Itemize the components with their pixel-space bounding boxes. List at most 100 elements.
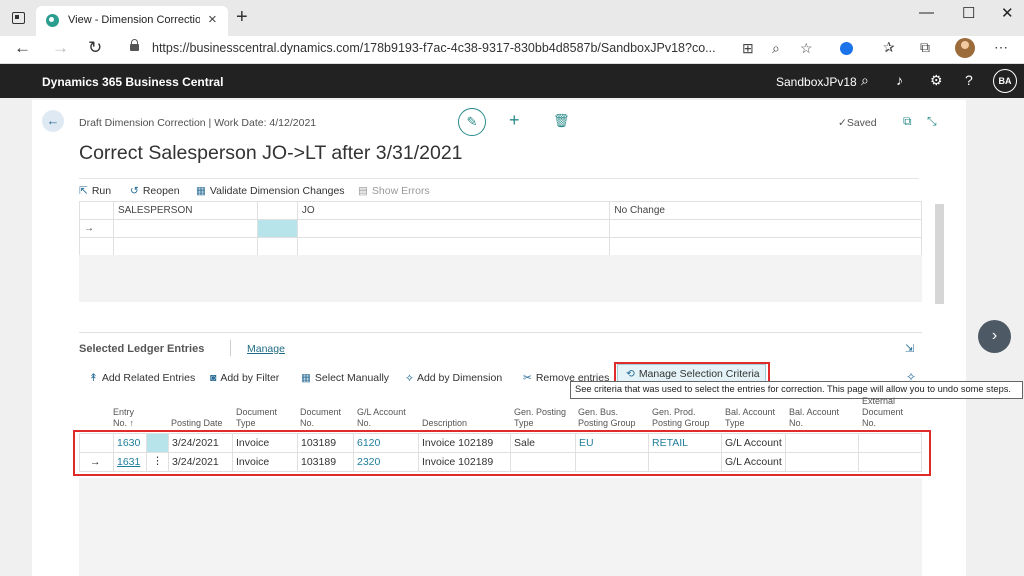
empty-cell[interactable] — [112, 237, 258, 256]
section-separator — [230, 340, 231, 356]
col-bal-account-type[interactable]: Bal. Account Type — [725, 407, 775, 429]
browser-tab[interactable]: View - Dimension Corrections - D × — [36, 6, 228, 36]
dimension-line-row[interactable]: SALESPERSON JO No Change — [79, 201, 922, 220]
col-document-type[interactable]: Document Type — [236, 407, 277, 429]
new-tab-button[interactable]: + — [236, 6, 248, 29]
validate-action[interactable]: ▦ Validate Dimension Changes — [196, 185, 345, 197]
company-name[interactable]: SandboxJPv18 — [776, 75, 857, 89]
dimension-value-cell[interactable]: JO — [296, 201, 611, 220]
empty-dimension-row[interactable] — [79, 237, 922, 256]
app-title[interactable]: Dynamics 365 Business Central — [42, 75, 223, 89]
col-bal-account-no[interactable]: Bal. Account No. — [789, 407, 839, 429]
apps-icon[interactable]: ⊞ — [742, 40, 754, 57]
vertical-scrollbar[interactable] — [935, 204, 944, 304]
col-description[interactable]: Description — [422, 418, 467, 429]
back-nav-button[interactable]: ← — [14, 38, 31, 58]
col-entry-no-line1: Entry — [113, 407, 135, 417]
back-button[interactable]: ← — [42, 110, 64, 132]
more-menu-icon[interactable]: ⋯ — [994, 39, 1008, 56]
search-icon[interactable]: ⌕ — [861, 72, 869, 89]
grid-empty-area — [79, 255, 922, 302]
favorites-icon[interactable]: ✰ — [883, 39, 895, 56]
delete-icon[interactable]: 🗑 — [553, 113, 570, 129]
settings-gear-icon[interactable]: ⚙ — [930, 72, 943, 89]
forward-nav-button[interactable]: → — [52, 38, 69, 58]
select-manually-action[interactable]: ▦ Select Manually — [301, 372, 389, 384]
col-document-no[interactable]: Document No. — [300, 407, 341, 429]
open-new-window-icon[interactable]: ⧉ — [903, 114, 912, 129]
add-by-filter-action[interactable]: ◙ Add by Filter — [210, 372, 279, 384]
run-icon: ⇱ — [79, 185, 88, 197]
empty-cell[interactable] — [112, 219, 258, 238]
zoom-icon[interactable]: ⌕ — [772, 40, 780, 57]
refresh-button[interactable]: ↻ — [88, 38, 102, 58]
user-avatar[interactable]: BA — [993, 69, 1017, 93]
col-bal-type-line1: Bal. Account — [725, 407, 776, 417]
tab-actions-icon[interactable] — [12, 12, 25, 24]
add-icon[interactable]: + — [509, 110, 520, 131]
collapse-icon[interactable]: ⤡ — [927, 114, 937, 129]
empty-cell[interactable] — [609, 237, 922, 256]
url-box[interactable]: https://businesscentral.dynamics.com/178… — [112, 37, 872, 61]
empty-cell[interactable] — [296, 237, 611, 256]
row-menu-cell[interactable] — [256, 201, 298, 220]
share-icon[interactable]: ⇲ — [905, 342, 914, 355]
run-label: Run — [91, 185, 112, 197]
show-errors-action[interactable]: ▤ Show Errors — [358, 185, 430, 197]
col-gen-bus-posting-group[interactable]: Gen. Bus. Posting Group — [578, 407, 636, 429]
profile-avatar[interactable] — [955, 38, 975, 58]
col-gl-line2: No. — [357, 418, 372, 428]
reopen-icon: ↺ — [130, 185, 139, 197]
col-gen-posting-type[interactable]: Gen. Posting Type — [514, 407, 566, 429]
col-gen-post-line2: Type — [514, 418, 534, 428]
new-dimension-row[interactable]: → — [79, 219, 922, 238]
new-value-cell[interactable]: No Change — [609, 201, 922, 220]
minimize-button[interactable]: — — [919, 4, 934, 21]
col-gl-account[interactable]: G/L Account No. — [357, 407, 406, 429]
add-related-entries-action[interactable]: ↟ Add Related Entries — [89, 372, 195, 384]
reopen-action[interactable]: ↺ Reopen — [130, 185, 180, 197]
col-gen-prod-posting-group[interactable]: Gen. Prod. Posting Group — [652, 407, 710, 429]
col-entry-no[interactable]: Entry No. ↑ — [113, 407, 134, 429]
col-entry-no-line2: No. ↑ — [113, 418, 135, 428]
collections-icon[interactable]: ⧉ — [920, 39, 930, 56]
app-header: Dynamics 365 Business Central SandboxJPv… — [0, 64, 1024, 98]
tooltip: See criteria that was used to select the… — [570, 381, 1023, 399]
highlight-box — [73, 430, 931, 476]
entries-empty-area — [79, 478, 922, 576]
manage-link[interactable]: Manage — [247, 343, 285, 355]
maximize-button[interactable]: ☐ — [962, 4, 975, 22]
add-by-dimension-action[interactable]: ⟡ Add by Dimension — [406, 372, 502, 385]
col-doc-no-line1: Document — [300, 407, 342, 417]
selected-cell[interactable] — [256, 219, 298, 238]
help-icon[interactable]: ? — [965, 72, 973, 88]
extension-icon[interactable] — [840, 42, 853, 55]
row-indicator — [79, 201, 114, 220]
lock-icon[interactable] — [130, 39, 139, 51]
favorite-star-icon[interactable]: ☆ — [800, 40, 813, 57]
show-errors-icon: ▤ — [358, 185, 368, 197]
add-related-icon: ↟ — [89, 372, 98, 384]
validate-icon: ▦ — [196, 185, 206, 197]
close-tab-icon[interactable]: × — [208, 11, 217, 28]
run-action[interactable]: ⇱ Run — [79, 185, 111, 197]
empty-cell[interactable] — [296, 219, 611, 238]
tab-title: View - Dimension Corrections - D — [68, 14, 200, 26]
notification-bell-icon[interactable]: ♪ — [896, 72, 903, 88]
validate-label: Validate Dimension Changes — [209, 185, 345, 197]
dimension-code-cell[interactable]: SALESPERSON — [112, 201, 258, 220]
show-errors-label: Show Errors — [371, 185, 430, 197]
dimension-icon: ⟡ — [406, 372, 413, 384]
edit-pencil-icon[interactable]: ✎ — [458, 108, 486, 136]
col-gen-prod-line2: Posting Group — [652, 418, 710, 428]
col-external-document-no[interactable]: External Document No. — [862, 396, 903, 429]
col-ext-line2: Document — [862, 407, 904, 417]
window-close-button[interactable]: ✕ — [1001, 4, 1014, 22]
empty-cell[interactable] — [256, 237, 298, 256]
empty-cell[interactable] — [609, 219, 922, 238]
filter-icon: ◙ — [210, 372, 217, 384]
dimension-lines-grid: SALESPERSON JO No Change → — [79, 201, 922, 256]
next-page-button[interactable]: › — [978, 320, 1011, 353]
url-text[interactable]: https://businesscentral.dynamics.com/178… — [152, 41, 742, 55]
col-posting-date[interactable]: Posting Date — [171, 418, 223, 429]
